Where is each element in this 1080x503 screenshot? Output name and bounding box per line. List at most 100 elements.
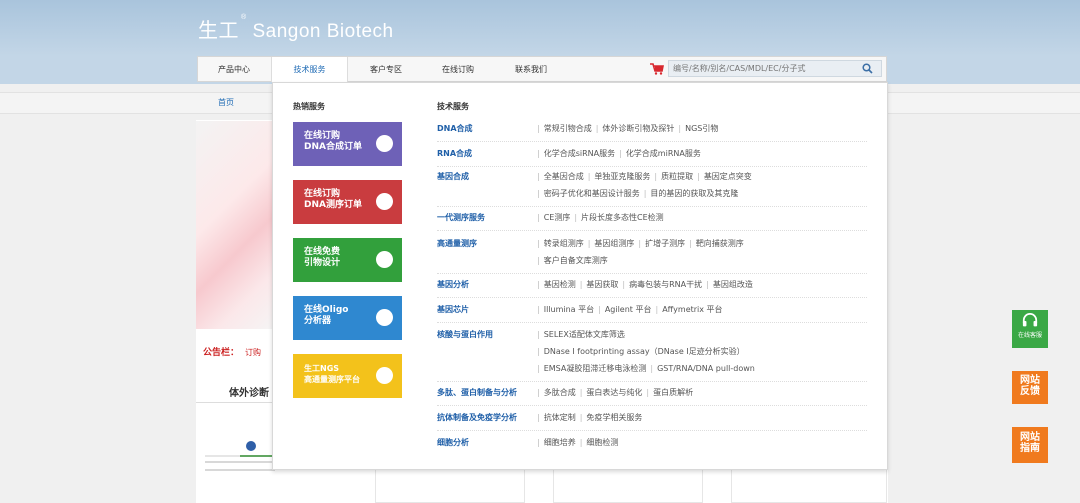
guide-button[interactable]: 网站 指南 bbox=[1012, 427, 1048, 463]
service-link[interactable]: 细胞检测 bbox=[586, 438, 618, 447]
category-name[interactable]: DNA合成 bbox=[437, 120, 473, 137]
service-link[interactable]: 常规引物合成 bbox=[544, 124, 592, 133]
separator: | bbox=[678, 124, 682, 133]
service-link[interactable]: 密码子优化和基因设计服务 bbox=[544, 189, 640, 198]
tab-diagnostics[interactable]: 体外诊断 bbox=[229, 384, 269, 399]
category-name[interactable]: 细胞分析 bbox=[437, 434, 469, 451]
separator: | bbox=[622, 280, 626, 289]
category-link-line: | 细胞培养 | 细胞检测 bbox=[537, 434, 618, 451]
online-service-label: 在线客服 bbox=[1017, 332, 1042, 339]
service-link[interactable]: 多肽合成 bbox=[544, 388, 576, 397]
separator: | bbox=[655, 305, 659, 314]
notice-text[interactable]: 订购 bbox=[245, 348, 261, 357]
service-link[interactable]: 质粒提取 bbox=[661, 172, 693, 181]
promo-oligo-analyzer[interactable]: 在线Oligo 分析器 bbox=[293, 296, 402, 340]
service-link[interactable]: 蛋白表达与纯化 bbox=[586, 388, 642, 397]
service-link[interactable]: SELEX适配体文库筛选 bbox=[544, 330, 625, 339]
service-link[interactable]: 基因组改造 bbox=[713, 280, 753, 289]
service-link[interactable]: 细胞培养 bbox=[544, 438, 576, 447]
separator: | bbox=[537, 347, 540, 356]
arrow-right-icon bbox=[376, 135, 393, 152]
category-row: RNA合成 | 化学合成siRNA服务 | 化学合成miRNA服务 bbox=[437, 145, 867, 167]
service-link[interactable]: GST/RNA/DNA pull-down bbox=[657, 364, 755, 373]
nav-item-contact[interactable]: 联系我们 bbox=[492, 57, 570, 82]
service-link[interactable]: 转录组测序 bbox=[544, 239, 584, 248]
arrow-right-icon bbox=[376, 367, 393, 384]
service-link[interactable]: 化学合成miRNA服务 bbox=[626, 149, 701, 158]
separator: | bbox=[574, 213, 578, 222]
separator: | bbox=[579, 388, 583, 397]
tech-services-dropdown: 热销服务 在线订购 DNA合成订单 在线订购 DNA测序订单 在线免费 引物设计… bbox=[272, 82, 888, 470]
service-link[interactable]: 化学合成siRNA服务 bbox=[544, 149, 615, 158]
service-link[interactable]: 免疫学相关服务 bbox=[586, 413, 642, 422]
service-link[interactable]: 扩增子测序 bbox=[645, 239, 685, 248]
category-name[interactable]: 多肽、蛋白制备与分析 bbox=[437, 384, 517, 401]
cart-icon[interactable] bbox=[650, 63, 664, 75]
category-name[interactable]: 基因合成 bbox=[437, 168, 469, 185]
nav-item-customer[interactable]: 客户专区 bbox=[348, 57, 424, 82]
logo-cn: 生工 bbox=[198, 18, 239, 42]
search-input[interactable] bbox=[669, 61, 853, 76]
service-link[interactable]: 体外诊断引物及探针 bbox=[602, 124, 674, 133]
separator: | bbox=[587, 172, 591, 181]
banner-image[interactable] bbox=[196, 121, 276, 329]
category-link-line: | SELEX适配体文库筛选 bbox=[537, 326, 755, 343]
service-link[interactable]: 基因获取 bbox=[586, 280, 618, 289]
service-link[interactable]: DNase I footprinting assay（DNase I足迹分析实验… bbox=[544, 347, 745, 356]
category-row: 细胞分析 | 细胞培养 | 细胞检测 bbox=[437, 434, 867, 455]
online-service-button[interactable]: 在线客服 bbox=[1012, 310, 1048, 348]
feedback-button[interactable]: 网站 反馈 bbox=[1012, 371, 1048, 404]
category-name[interactable]: 高通量测序 bbox=[437, 235, 477, 252]
category-link-line: | 客户自备文库测序 bbox=[537, 252, 744, 269]
nav-item-products[interactable]: 产品中心 bbox=[198, 57, 270, 82]
service-link[interactable]: 全基因合成 bbox=[544, 172, 584, 181]
service-link[interactable]: Affymetrix 平台 bbox=[662, 305, 722, 314]
service-link[interactable]: 基因组测序 bbox=[594, 239, 634, 248]
service-link[interactable]: 基因检测 bbox=[544, 280, 576, 289]
category-row: 基因合成 | 全基因合成 | 单独亚克隆服务 | 质粒提取 | 基因定点突变 | 密码子优化和基因设… bbox=[437, 168, 867, 207]
category-link-line: | 密码子优化和基因设计服务 | 目的基因的获取及其克隆 bbox=[537, 185, 752, 202]
notice-bar: 公告栏： 订购 bbox=[203, 345, 261, 358]
service-link[interactable]: 目的基因的获取及其克隆 bbox=[650, 189, 738, 198]
separator: | bbox=[537, 256, 540, 265]
nav-item-order[interactable]: 在线订购 bbox=[424, 57, 492, 82]
service-link[interactable]: 抗体定制 bbox=[544, 413, 576, 422]
breadcrumb-home[interactable]: 首页 bbox=[218, 97, 234, 108]
separator: | bbox=[579, 413, 583, 422]
service-link[interactable]: 片段长度多态性CE检测 bbox=[581, 213, 664, 222]
promo-dna-sequencing-order[interactable]: 在线订购 DNA测序订单 bbox=[293, 180, 402, 224]
category-name[interactable]: 基因芯片 bbox=[437, 301, 469, 318]
separator: | bbox=[537, 149, 540, 158]
category-name[interactable]: 基因分析 bbox=[437, 276, 469, 293]
category-row: 核酸与蛋白作用 | SELEX适配体文库筛选 | DNase I footprintin… bbox=[437, 326, 867, 382]
promo-ngs-platform[interactable]: 生工NGS 高通量测序平台 bbox=[293, 354, 402, 398]
logo-en: Sangon Biotech bbox=[252, 21, 394, 42]
separator: | bbox=[579, 438, 583, 447]
category-row: 抗体制备及免疫学分析 | 抗体定制 | 免疫学相关服务 bbox=[437, 409, 867, 431]
service-link[interactable]: Illumina 平台 bbox=[544, 305, 594, 314]
category-name[interactable]: 核酸与蛋白作用 bbox=[437, 326, 493, 343]
service-link[interactable]: 病毒包装与RNA干扰 bbox=[629, 280, 702, 289]
category-name[interactable]: RNA合成 bbox=[437, 145, 472, 162]
feedback-label1: 网站 bbox=[1020, 375, 1040, 386]
service-link[interactable]: 基因定点突变 bbox=[704, 172, 752, 181]
service-link[interactable]: CE测序 bbox=[544, 213, 571, 222]
service-link[interactable]: EMSA凝胶阻滞迁移电泳检测 bbox=[544, 364, 647, 373]
nav-item-tech-services[interactable]: 技术服务 bbox=[271, 57, 348, 82]
tech-services-title: 技术服务 bbox=[437, 102, 469, 111]
promo-dna-synthesis-order[interactable]: 在线订购 DNA合成订单 bbox=[293, 122, 402, 166]
service-link[interactable]: Agilent 平台 bbox=[605, 305, 652, 314]
service-link[interactable]: NGS引物 bbox=[685, 124, 718, 133]
service-link[interactable]: 单独亚克隆服务 bbox=[594, 172, 650, 181]
promo-primer-design[interactable]: 在线免费 引物设计 bbox=[293, 238, 402, 282]
category-name[interactable]: 抗体制备及免疫学分析 bbox=[437, 409, 517, 426]
category-row: 一代测序服务 | CE测序 | 片段长度多态性CE检测 bbox=[437, 209, 867, 231]
service-link[interactable]: 客户自备文库测序 bbox=[544, 256, 608, 265]
separator: | bbox=[654, 172, 658, 181]
search-icon[interactable] bbox=[862, 63, 873, 74]
category-links: | 抗体定制 | 免疫学相关服务 bbox=[537, 409, 642, 426]
service-link[interactable]: 蛋白质解析 bbox=[653, 388, 693, 397]
category-name[interactable]: 一代测序服务 bbox=[437, 209, 485, 226]
logo[interactable]: 生工® Sangon Biotech bbox=[198, 14, 394, 43]
service-link[interactable]: 靶向捕获测序 bbox=[696, 239, 744, 248]
